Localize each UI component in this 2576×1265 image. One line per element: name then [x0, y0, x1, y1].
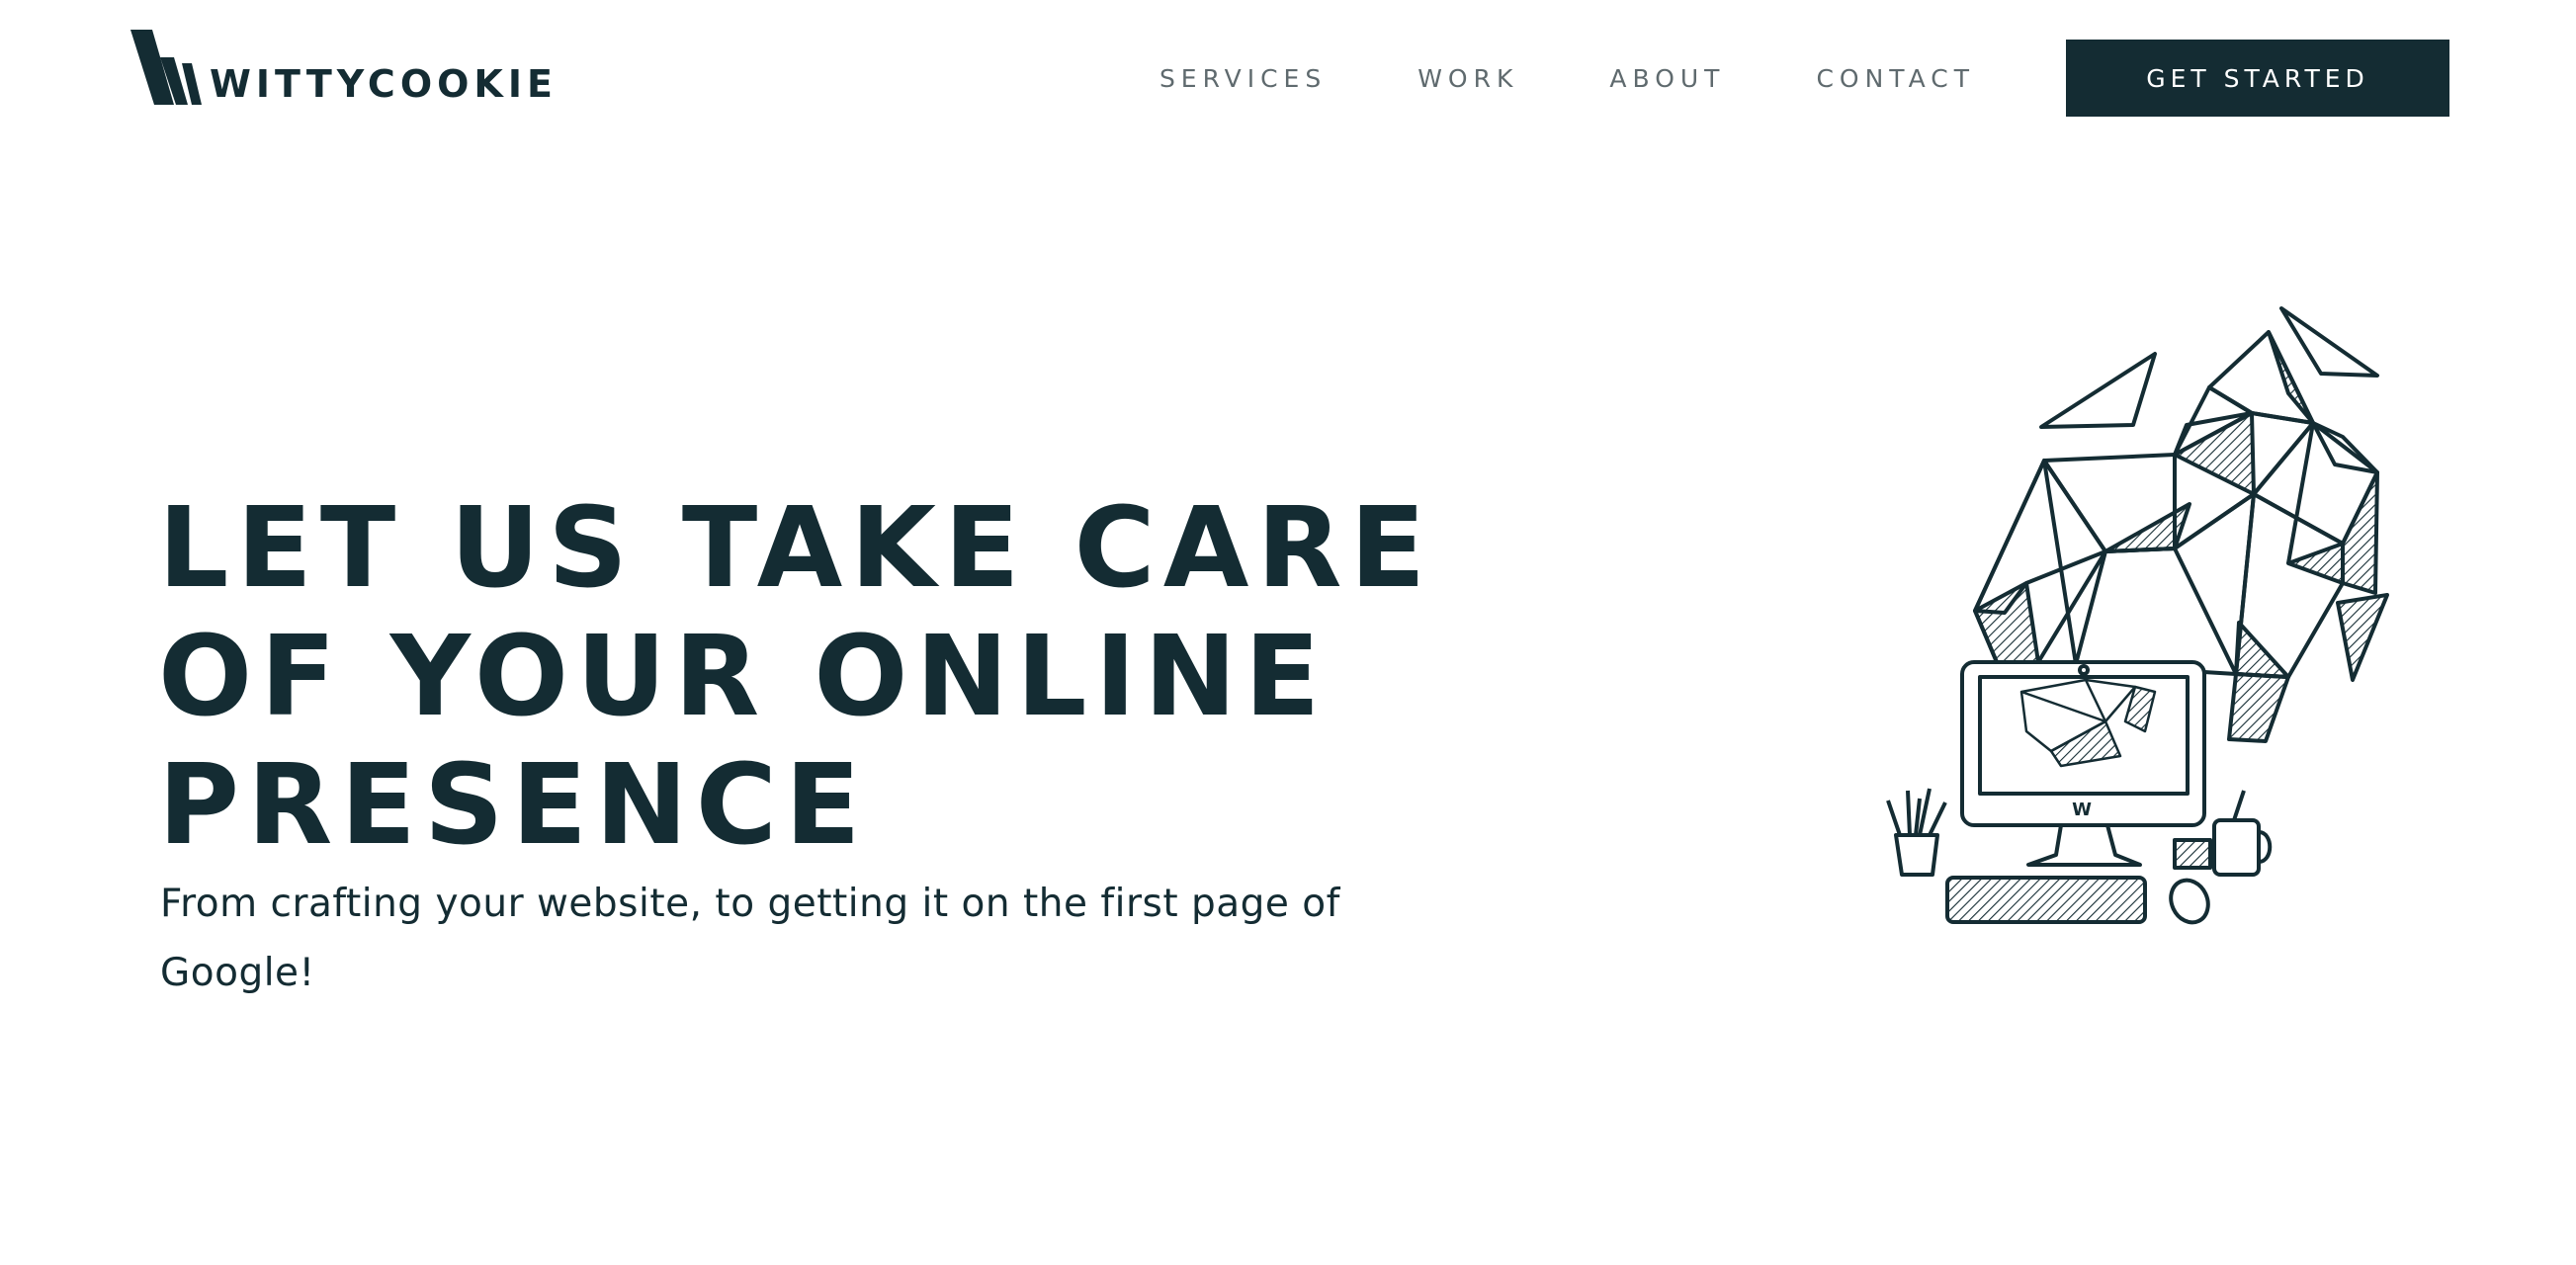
nav-link-work[interactable]: WORK	[1417, 64, 1518, 93]
hero-subtitle: From crafting your website, to getting i…	[160, 882, 1340, 995]
hero-title: LET US TAKE CARE OF YOUR ONLINE PRESENCE	[158, 484, 1433, 870]
brand-logo[interactable]: WITTYCOOKIE	[130, 28, 558, 105]
brand-name: WITTYCOOKIE	[210, 62, 558, 106]
geometric-desk-illustration-icon: W	[1886, 306, 2389, 925]
hero-title-line-2: OF YOUR ONLINE	[158, 613, 1329, 741]
hero-title-line-3: PRESENCE	[158, 741, 869, 870]
main-nav: SERVICES WORK ABOUT CONTACT GET STARTED	[1159, 40, 2449, 117]
screen-logo-label: W	[2072, 800, 2092, 820]
nav-link-about[interactable]: ABOUT	[1609, 64, 1725, 93]
nav-link-contact[interactable]: CONTACT	[1816, 64, 1975, 93]
nav-link-services[interactable]: SERVICES	[1159, 64, 1327, 93]
logo-w-icon	[130, 30, 202, 105]
hero-title-line-1: LET US TAKE CARE	[158, 484, 1434, 613]
get-started-button[interactable]: GET STARTED	[2066, 40, 2449, 117]
